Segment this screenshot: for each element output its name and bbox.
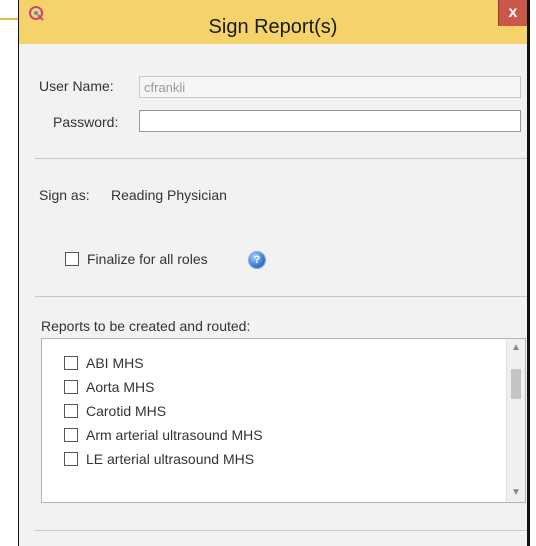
finalize-label[interactable]: Finalize for all roles — [87, 251, 208, 267]
scrollbar[interactable]: ▲ ▼ — [506, 339, 525, 502]
reports-listbox[interactable]: ABI MHS Aorta MHS Carotid MHS Arm arteri… — [41, 338, 526, 503]
scroll-down-arrow-icon[interactable]: ▼ — [507, 484, 525, 502]
finalize-checkbox[interactable] — [65, 252, 79, 266]
username-label: User Name: — [39, 78, 114, 94]
password-label: Password: — [53, 114, 119, 130]
title-bar[interactable]: Sign Report(s) x — [19, 0, 527, 44]
report-label: Aorta MHS — [86, 379, 155, 395]
report-checkbox[interactable] — [64, 428, 78, 442]
report-label: Arm arterial ultrasound MHS — [86, 427, 263, 443]
report-label: Carotid MHS — [86, 403, 167, 419]
divider — [35, 530, 527, 531]
close-icon: x — [508, 4, 518, 21]
report-label: LE arterial ultrasound MHS — [86, 451, 255, 467]
password-field[interactable] — [139, 110, 521, 132]
reports-label: Reports to be created and routed: — [41, 318, 251, 334]
report-checkbox[interactable] — [64, 356, 78, 370]
sign-report-dialog: Sign Report(s) x User Name: Password: Si… — [18, 0, 530, 546]
scroll-up-arrow-icon[interactable]: ▲ — [507, 339, 525, 357]
close-button[interactable]: x — [498, 0, 527, 26]
sign-as-value: Reading Physician — [111, 187, 227, 203]
report-checkbox[interactable] — [64, 452, 78, 466]
username-field[interactable] — [139, 76, 521, 98]
scroll-thumb[interactable] — [511, 369, 521, 399]
report-checkbox[interactable] — [64, 380, 78, 394]
report-label: ABI MHS — [86, 355, 144, 371]
divider — [35, 158, 527, 159]
divider — [35, 296, 527, 297]
sign-as-label: Sign as: — [39, 187, 90, 203]
help-icon[interactable]: ? — [249, 252, 265, 268]
dialog-title: Sign Report(s) — [208, 16, 338, 38]
report-checkbox[interactable] — [64, 404, 78, 418]
